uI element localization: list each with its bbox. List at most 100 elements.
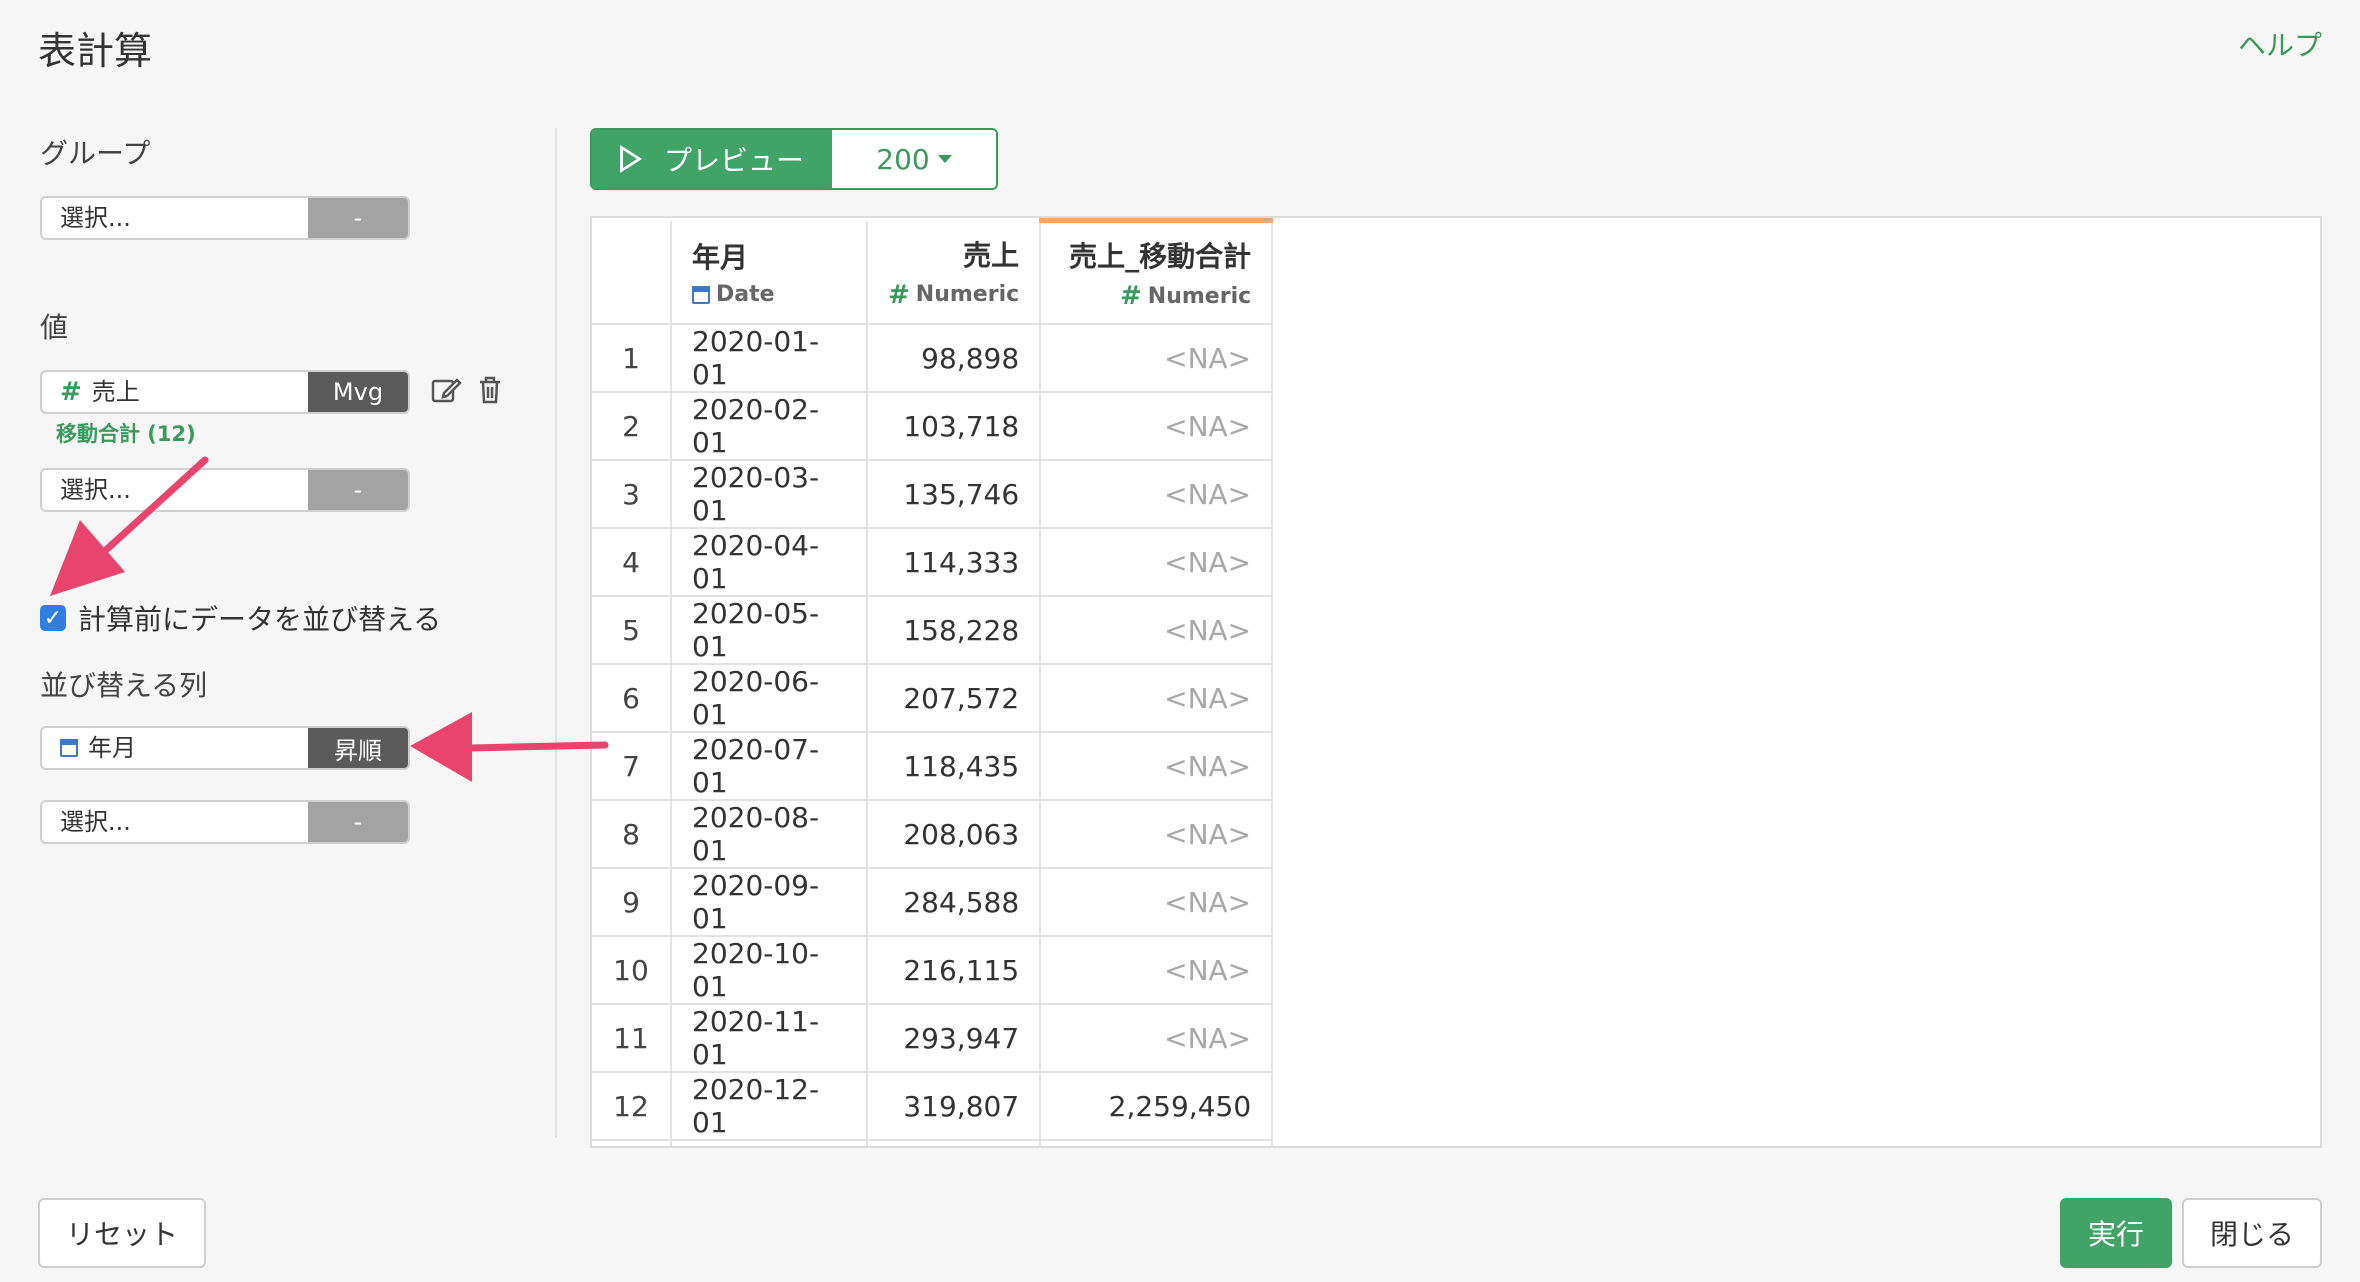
- trash-icon[interactable]: [476, 374, 504, 413]
- cell-date: 2020-09-01: [671, 868, 868, 937]
- column-name: 売上: [963, 238, 1020, 272]
- value-add-button[interactable]: -: [308, 470, 408, 510]
- sort-column-name: 年月: [88, 734, 136, 762]
- run-button[interactable]: 実行: [2060, 1198, 2172, 1268]
- close-button[interactable]: 閉じる: [2182, 1198, 2322, 1268]
- value-add-selector[interactable]: 選択... -: [40, 468, 410, 512]
- value-column[interactable]: # 売上: [42, 372, 308, 412]
- cell-date: 2020-07-01: [671, 732, 868, 801]
- cell-sales: 208,063: [867, 800, 1042, 869]
- column-name: 売上_移動合計: [1069, 240, 1252, 273]
- group-selector[interactable]: 選択... -: [40, 196, 410, 240]
- calendar-icon: [692, 285, 710, 304]
- cell-sales: 114,333: [867, 528, 1042, 597]
- value-add-input[interactable]: 選択...: [42, 470, 308, 510]
- sort-checkbox[interactable]: ✓: [40, 605, 66, 631]
- cell-moving-sum: <NA>: [1040, 596, 1274, 665]
- cell-moving-sum: <NA>: [1040, 324, 1274, 393]
- row-index: 4: [592, 528, 672, 597]
- cell-date: 2021-01-01: [671, 1140, 868, 1146]
- numeric-type-icon: #: [1120, 281, 1142, 311]
- dialog-title: 表計算: [38, 29, 153, 73]
- sort-order-button[interactable]: 昇順: [308, 728, 408, 768]
- numeric-type-icon: #: [888, 279, 910, 310]
- preview-label: プレビュー: [663, 144, 804, 177]
- column-header-date[interactable]: 年月 Date: [671, 220, 868, 325]
- row-index: 7: [592, 732, 672, 801]
- panel-divider: [555, 128, 557, 1138]
- table-row: 10 2020-10-01 216,115 <NA>: [592, 936, 1274, 1005]
- value-selector[interactable]: # 売上 Mvg: [40, 370, 410, 414]
- calendar-icon: [60, 739, 78, 757]
- cell-sales: 158,228: [867, 596, 1042, 665]
- preview-table[interactable]: 年月 Date 売上 # Numeric 売上_移動合計 # Numeric 1 20…: [590, 216, 2322, 1148]
- row-index: 1: [592, 324, 672, 393]
- reset-button[interactable]: リセット: [38, 1198, 206, 1268]
- table-row: 9 2020-09-01 284,588 <NA>: [592, 868, 1274, 937]
- sort-column-selector[interactable]: 年月 昇順: [40, 726, 410, 770]
- column-header-sales[interactable]: 売上 # Numeric: [867, 220, 1042, 325]
- column-type: Numeric: [915, 282, 1020, 308]
- column-type: Date: [716, 282, 775, 308]
- edit-icon[interactable]: [430, 374, 462, 413]
- sort-add-selector[interactable]: 選択... -: [40, 800, 410, 844]
- row-index: 13: [592, 1140, 672, 1146]
- cell-sales: 216,115: [867, 936, 1042, 1005]
- column-header-moving-sum[interactable]: 売上_移動合計 # Numeric: [1040, 218, 1274, 325]
- cell-moving-sum: <NA>: [1040, 936, 1274, 1005]
- cell-date: 2020-02-01: [671, 392, 868, 461]
- cell-date: 2020-11-01: [671, 1004, 868, 1073]
- column-type: Numeric: [1147, 283, 1252, 309]
- table-header-row: 年月 Date 売上 # Numeric 売上_移動合計 # Numeric: [592, 218, 1274, 325]
- cell-date: 2020-06-01: [671, 664, 868, 733]
- cell-sales: 98,898: [867, 324, 1042, 393]
- row-index: 10: [592, 936, 672, 1005]
- row-index: 11: [592, 1004, 672, 1073]
- table-row: 7 2020-07-01 118,435 <NA>: [592, 732, 1274, 801]
- cell-sales: 319,807: [867, 1072, 1042, 1141]
- cell-date: 2020-08-01: [671, 800, 868, 869]
- preview-button[interactable]: プレビュー: [592, 130, 832, 188]
- cell-moving-sum: <NA>: [1040, 460, 1274, 529]
- numeric-type-icon: #: [60, 377, 82, 407]
- row-count-value: 200: [876, 142, 930, 176]
- help-link[interactable]: ヘルプ: [2238, 24, 2322, 64]
- row-index: 9: [592, 868, 672, 937]
- table-row: 1 2020-01-01 98,898 <NA>: [592, 324, 1274, 393]
- row-index: 12: [592, 1072, 672, 1141]
- sort-columns-label: 並び替える列: [40, 669, 208, 702]
- cell-date: 2020-10-01: [671, 936, 868, 1005]
- cell-date: 2020-01-01: [671, 324, 868, 393]
- sort-checkbox-label: 計算前にデータを並び替える: [78, 603, 442, 636]
- group-select-button[interactable]: -: [308, 198, 408, 238]
- annotation-arrow-sort-order: [410, 712, 609, 782]
- row-index: 2: [592, 392, 672, 461]
- table-row: 5 2020-05-01 158,228 <NA>: [592, 596, 1274, 665]
- table-row: 3 2020-03-01 135,746 <NA>: [592, 460, 1274, 529]
- row-index: 8: [592, 800, 672, 869]
- sort-add-button[interactable]: -: [308, 802, 408, 842]
- cell-moving-sum: <NA>: [1040, 732, 1274, 801]
- cell-moving-sum: <NA>: [1040, 528, 1274, 597]
- sort-column[interactable]: 年月: [42, 728, 308, 768]
- row-index: 5: [592, 596, 672, 665]
- cell-sales: 118,435: [867, 732, 1042, 801]
- table-row: 4 2020-04-01 114,333 <NA>: [592, 528, 1274, 597]
- sort-before-calc-option[interactable]: ✓ 計算前にデータを並び替える: [40, 598, 441, 638]
- table-row: 12 2020-12-01 319,807 2,259,450: [592, 1072, 1274, 1141]
- cell-sales: 135,746: [867, 460, 1042, 529]
- table-row: 8 2020-08-01 208,063 <NA>: [592, 800, 1274, 869]
- column-name: 年月: [692, 241, 749, 275]
- table-row: 11 2020-11-01 293,947 <NA>: [592, 1004, 1274, 1073]
- group-select-input[interactable]: 選択...: [42, 198, 308, 238]
- index-header: [592, 220, 672, 325]
- row-count-dropdown[interactable]: 200: [832, 130, 996, 188]
- cell-moving-sum: <NA>: [1040, 800, 1274, 869]
- table-row: 132021-01-01137,4362,297,988: [592, 1140, 1274, 1146]
- cell-moving-sum: 2,259,450: [1040, 1072, 1274, 1141]
- cell-date: 2020-12-01: [671, 1072, 868, 1141]
- cell-sales: 207,572: [867, 664, 1042, 733]
- cell-moving-sum: <NA>: [1040, 664, 1274, 733]
- sort-add-input[interactable]: 選択...: [42, 802, 308, 842]
- value-function-button[interactable]: Mvg: [308, 372, 408, 412]
